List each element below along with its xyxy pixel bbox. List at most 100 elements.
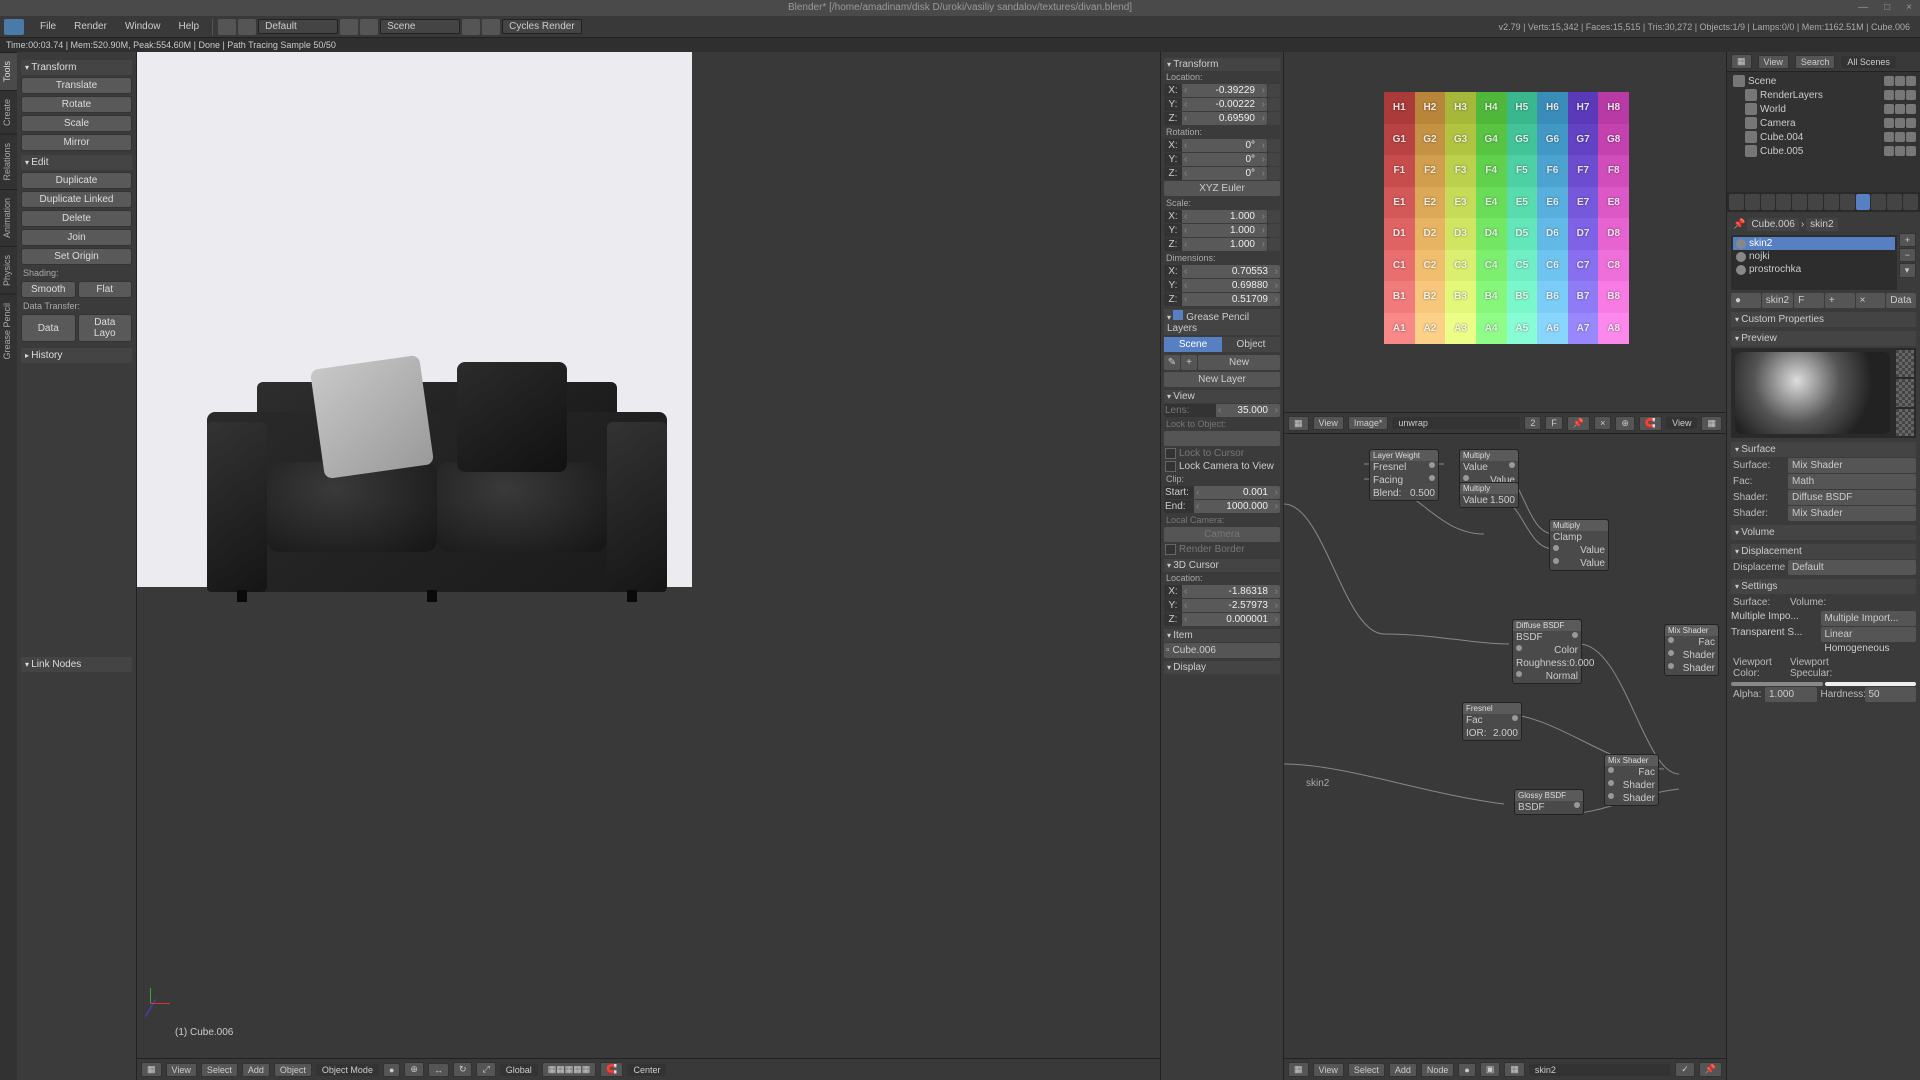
node-mix-shader-2[interactable]: Mix Shader Fac Shader Shader <box>1604 754 1659 806</box>
join-button[interactable]: Join <box>21 229 132 246</box>
node-diffuse-bsdf[interactable]: Diffuse BSDF BSDF Color Roughness:0.000 … <box>1512 619 1582 684</box>
tab-particles-icon[interactable] <box>1887 194 1902 210</box>
tree-expand-icon[interactable] <box>1745 145 1757 157</box>
local-camera[interactable]: Camera <box>1164 527 1280 542</box>
hard-val[interactable]: 50 <box>1865 687 1917 702</box>
tree-expand-icon[interactable] <box>1745 89 1757 101</box>
node-add-menu[interactable]: Add <box>1389 1063 1417 1077</box>
layers[interactable]: ▦▦▦▦▦ <box>542 1062 597 1077</box>
eye-icon[interactable] <box>1884 90 1894 100</box>
tab-data-icon[interactable] <box>1840 194 1855 210</box>
lock-icon[interactable] <box>1268 98 1280 111</box>
toolshelf-tab-tools[interactable]: Tools <box>0 52 17 90</box>
img-view2[interactable]: View <box>1666 417 1697 429</box>
mat-name-input[interactable]: skin2 <box>1762 293 1793 308</box>
flat-button[interactable]: Flat <box>78 281 133 298</box>
translate-button[interactable]: Translate <box>21 77 132 94</box>
rot-y[interactable]: 0° <box>1182 153 1267 166</box>
object-menu[interactable]: Object <box>274 1063 312 1077</box>
preview-flat-icon[interactable] <box>1896 350 1914 377</box>
eye-icon[interactable] <box>1884 104 1894 114</box>
cur-y[interactable]: -2.57973 <box>1182 599 1280 612</box>
rot-z[interactable]: 0° <box>1182 167 1267 180</box>
lock-cam-check[interactable] <box>1165 461 1176 472</box>
loc-x[interactable]: -0.39229 <box>1182 84 1267 97</box>
texture-icon[interactable]: ▦ <box>1504 1062 1525 1077</box>
snap-mode[interactable]: Center <box>627 1064 666 1076</box>
item-name[interactable]: Cube.006 <box>1173 645 1216 656</box>
dim-z[interactable]: 0.51709 <box>1182 293 1280 306</box>
outliner-item-scene[interactable]: Scene <box>1729 74 1918 88</box>
tree-expand-icon[interactable] <box>1745 117 1757 129</box>
gp-add-icon[interactable]: + <box>1181 355 1197 370</box>
surface-fac[interactable]: Math <box>1788 474 1916 489</box>
render-engine-dropdown[interactable]: Cycles Render <box>502 19 582 34</box>
gp-object-toggle[interactable]: Object <box>1222 337 1280 352</box>
scl-x[interactable]: 1.000 <box>1182 210 1267 223</box>
screen-layout-dropdown[interactable]: Default <box>258 19 338 34</box>
tree-expand-icon[interactable] <box>1745 103 1757 115</box>
mat-data-link[interactable]: Data <box>1886 293 1916 308</box>
eye-icon[interactable] <box>1884 132 1894 142</box>
img-name-input[interactable]: unwrap <box>1392 417 1520 429</box>
toolshelf-tab-animation[interactable]: Animation <box>0 189 17 246</box>
camera-icon[interactable] <box>1906 132 1916 142</box>
cursor-icon[interactable] <box>1895 146 1905 156</box>
scl-y[interactable]: 1.000 <box>1182 224 1267 237</box>
eye-icon[interactable] <box>1884 146 1894 156</box>
manipulator-icon[interactable]: ↔ <box>428 1063 449 1077</box>
panel-edit[interactable]: Edit <box>21 155 132 170</box>
disp-mode[interactable]: Default <box>1788 560 1916 575</box>
matslot-remove-icon[interactable]: − <box>1899 248 1916 262</box>
surface-shader2[interactable]: Mix Shader <box>1788 506 1916 521</box>
outliner-search-menu[interactable]: Search <box>1795 55 1836 69</box>
orientation-dropdown[interactable]: Global <box>500 1064 538 1076</box>
rotate-button[interactable]: Rotate <box>21 96 132 113</box>
tab-scene-icon[interactable] <box>1761 194 1776 210</box>
pin-icon[interactable]: 📌 <box>1733 219 1745 230</box>
del-layout-icon[interactable] <box>360 19 378 35</box>
camera-icon[interactable] <box>1906 146 1916 156</box>
panel-displacement[interactable]: Displacement <box>1731 544 1916 559</box>
back-icon[interactable] <box>218 19 236 35</box>
img-users[interactable]: 2 <box>1524 416 1541 430</box>
dim-y[interactable]: 0.69880 <box>1182 279 1280 292</box>
add-layout-icon[interactable] <box>340 19 358 35</box>
panel-link-nodes[interactable]: Link Nodes <box>21 657 132 672</box>
panel-transform[interactable]: Transform <box>21 60 132 75</box>
panel-custom-props[interactable]: Custom Properties <box>1731 312 1916 327</box>
node-node-menu[interactable]: Node <box>1421 1063 1455 1077</box>
node-mat-dropdown[interactable]: skin2 <box>1529 1064 1671 1076</box>
img-image-menu[interactable]: Image* <box>1348 416 1389 430</box>
minimize-icon[interactable]: — <box>1854 0 1872 16</box>
img-pin-icon[interactable]: 📌 <box>1567 416 1590 431</box>
toolshelf-tab-physics[interactable]: Physics <box>0 246 17 294</box>
tab-constraints-icon[interactable] <box>1808 194 1823 210</box>
duplicate-button[interactable]: Duplicate <box>21 172 132 189</box>
material-slot-skin2[interactable]: skin2 <box>1733 237 1895 250</box>
tab-material-icon[interactable] <box>1856 194 1871 210</box>
img-snap-icon[interactable]: 🧲 <box>1639 416 1662 431</box>
img-channels-icon[interactable]: ▦ <box>1701 416 1722 431</box>
surface-shader1[interactable]: Diffuse BSDF <box>1788 490 1916 505</box>
cursor-icon[interactable] <box>1895 118 1905 128</box>
lock-obj-picker[interactable] <box>1164 431 1280 446</box>
material-slot-prostrochka[interactable]: prostrochka <box>1733 263 1895 276</box>
gp-new-button[interactable]: New <box>1198 355 1280 370</box>
outliner-type-icon[interactable]: ▦ <box>1731 54 1752 69</box>
cursor-icon[interactable] <box>1895 90 1905 100</box>
data-layout-button[interactable]: Data Layo <box>78 314 133 342</box>
lock-cursor-check[interactable] <box>1165 448 1176 459</box>
menu-file[interactable]: File <box>32 19 64 34</box>
np-view[interactable]: View <box>1164 390 1280 403</box>
mat-add-icon[interactable]: + <box>1825 293 1855 308</box>
lock-icon[interactable] <box>1268 167 1280 180</box>
alpha-val[interactable]: 1.000 <box>1765 687 1817 702</box>
menu-render[interactable]: Render <box>66 19 115 34</box>
outliner-item-camera[interactable]: Camera <box>1729 116 1918 130</box>
cur-z[interactable]: 0.000001 <box>1182 613 1280 626</box>
panel-settings[interactable]: Settings <box>1731 579 1916 594</box>
outliner-mode-dropdown[interactable]: All Scenes <box>1841 56 1896 68</box>
preview-cube-icon[interactable] <box>1896 409 1914 436</box>
np-display[interactable]: Display <box>1164 661 1280 674</box>
